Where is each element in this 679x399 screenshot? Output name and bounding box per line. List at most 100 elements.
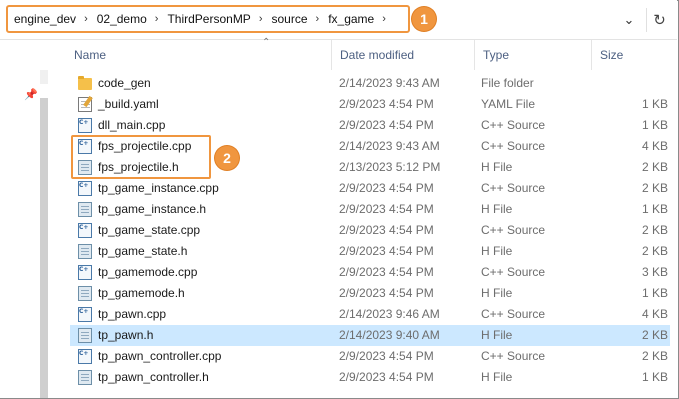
file-date-modified: 2/9/2023 4:54 PM [339,97,434,111]
chevron-down-icon[interactable]: ⌄ [618,9,640,31]
file-name: tp_game_instance.cpp [98,181,219,195]
text-lines-icon [81,206,89,214]
file-size: 2 KB [641,181,668,195]
cpp-badge-icon: C+ [79,308,89,315]
file-size: 2 KB [641,349,668,363]
file-name: tp_pawn.cpp [98,307,167,321]
yaml-file-icon [78,95,93,112]
column-header-type[interactable]: Type [475,40,592,70]
breadcrumb-item-thirdpersonmp[interactable]: ThirdPersonMP › [167,12,271,26]
file-row[interactable]: tp_pawn_controller.h 2/9/2023 4:54 PM H Fi… [70,367,670,388]
breadcrumb-item-fx-game[interactable]: fx_game › [328,12,386,26]
file-type: C++ Source [481,307,546,321]
file-date-modified: 2/9/2023 4:54 PM [339,181,434,195]
chevron-right-icon[interactable]: › [155,13,159,25]
breadcrumb[interactable]: engine_dev › 02_demo › ThirdPersonMP › sour… [6,5,410,33]
file-size: 1 KB [641,97,668,111]
callout-badge-2: 2 [215,146,239,170]
cpp-badge-icon: C+ [79,350,89,357]
file-row[interactable]: tp_gamemode.h 2/9/2023 4:54 PM H File 1 KB [70,283,670,304]
column-header-date[interactable]: Date modified [332,40,475,70]
cpp-file-icon: C+ [78,139,92,154]
text-lines-icon [81,164,89,172]
breadcrumb-item-source[interactable]: source › [272,12,329,26]
file-date-modified: 2/9/2023 4:54 PM [339,349,434,363]
file-row[interactable]: C+ tp_gamemode.cpp 2/9/2023 4:54 PM C++ Sou… [70,262,670,283]
column-header-size[interactable]: Size [592,40,676,70]
h-file-icon [78,328,92,343]
file-row[interactable]: code_gen 2/14/2023 9:43 AM File folder [70,73,670,94]
h-file-icon [78,244,92,259]
pencil-icon [83,95,93,108]
file-name: tp_gamemode.cpp [98,265,198,279]
cpp-file-icon: C+ [78,265,92,280]
file-date-modified: 2/14/2023 9:43 AM [339,76,440,90]
file-row[interactable]: fps_projectile.h 2/13/2023 5:12 PM H File 2… [70,157,670,178]
file-size: 1 KB [641,370,668,384]
file-type: H File [481,160,513,174]
file-type: C++ Source [481,223,546,237]
file-type: H File [481,202,513,216]
address-bar[interactable]: engine_dev › 02_demo › ThirdPersonMP › sour… [0,0,677,40]
file-date-modified: 2/14/2023 9:40 AM [339,328,440,342]
file-type: YAML File [481,97,536,111]
file-row[interactable]: tp_pawn.h 2/14/2023 9:40 AM H File 2 KB [70,325,670,346]
file-date-modified: 2/9/2023 4:54 PM [339,370,434,384]
file-row[interactable]: tp_game_instance.h 2/9/2023 4:54 PM H File… [70,199,670,220]
cpp-file-icon: C+ [78,223,92,238]
h-file-icon [78,286,92,301]
file-row[interactable]: C+ tp_game_state.cpp 2/9/2023 4:54 PM C++ S… [70,220,670,241]
column-header-name[interactable]: Name [66,40,332,70]
chevron-right-icon[interactable]: › [259,13,263,25]
file-size: 2 KB [641,328,668,342]
cpp-file-icon: C+ [78,307,92,322]
text-lines-icon [81,332,89,340]
file-type: File folder [481,76,534,90]
file-date-modified: 2/13/2023 5:12 PM [339,160,441,174]
nav-scrollbar-thumb[interactable] [40,98,48,398]
file-size: 2 KB [641,244,668,258]
file-type: H File [481,370,513,384]
text-lines-icon [81,290,89,298]
chevron-right-icon[interactable]: › [84,13,88,25]
column-header: ⌃ Name Date modified Type Size [66,37,677,70]
refresh-icon[interactable]: ↻ [646,8,672,32]
file-row[interactable]: C+ dll_main.cpp 2/9/2023 4:54 PM C++ Source… [70,115,670,136]
file-row[interactable]: C+ tp_game_instance.cpp 2/9/2023 4:54 PM C+… [70,178,670,199]
file-name: fps_projectile.h [98,160,179,174]
file-size: 4 KB [641,307,668,321]
file-name: tp_game_instance.h [98,202,207,216]
file-size: 2 KB [641,160,668,174]
cpp-badge-icon: C+ [79,224,89,231]
file-size: 3 KB [641,265,668,279]
file-type: H File [481,328,513,342]
file-row[interactable]: C+ tp_pawn.cpp 2/14/2023 9:46 AM C++ Source… [70,304,670,325]
h-file-icon [78,202,92,217]
breadcrumb-item-engine-dev[interactable]: engine_dev › [14,12,97,26]
file-date-modified: 2/9/2023 4:54 PM [339,202,434,216]
file-type: H File [481,244,513,258]
text-lines-icon [81,374,89,382]
file-name: tp_game_state.h [98,244,188,258]
file-date-modified: 2/9/2023 4:54 PM [339,244,434,258]
breadcrumb-item-02-demo[interactable]: 02_demo › [97,12,168,26]
file-type: C++ Source [481,139,546,153]
file-date-modified: 2/9/2023 4:54 PM [339,286,434,300]
file-name: tp_game_state.cpp [98,223,201,237]
chevron-right-icon[interactable]: › [382,13,386,25]
file-size: 1 KB [641,118,668,132]
file-date-modified: 2/9/2023 4:54 PM [339,265,434,279]
file-type: C++ Source [481,118,546,132]
h-file-icon [78,160,92,175]
nav-scrollbar-track[interactable] [40,70,48,84]
file-row[interactable]: tp_game_state.h 2/9/2023 4:54 PM H File 2 K… [70,241,670,262]
file-row[interactable]: C+ tp_pawn_controller.cpp 2/9/2023 4:54 PM… [70,346,670,367]
pin-icon[interactable]: 📌 [24,88,38,101]
folder-icon [78,76,92,90]
file-list: code_gen 2/14/2023 9:43 AM File folder _bui… [70,73,677,388]
file-row[interactable]: C+ fps_projectile.cpp 2/14/2023 9:43 AM C++… [70,136,670,157]
file-row[interactable]: _build.yaml 2/9/2023 4:54 PM YAML File 1 KB [70,94,670,115]
file-date-modified: 2/14/2023 9:46 AM [339,307,440,321]
chevron-right-icon[interactable]: › [316,13,320,25]
callout-badge-1: 1 [412,7,436,31]
